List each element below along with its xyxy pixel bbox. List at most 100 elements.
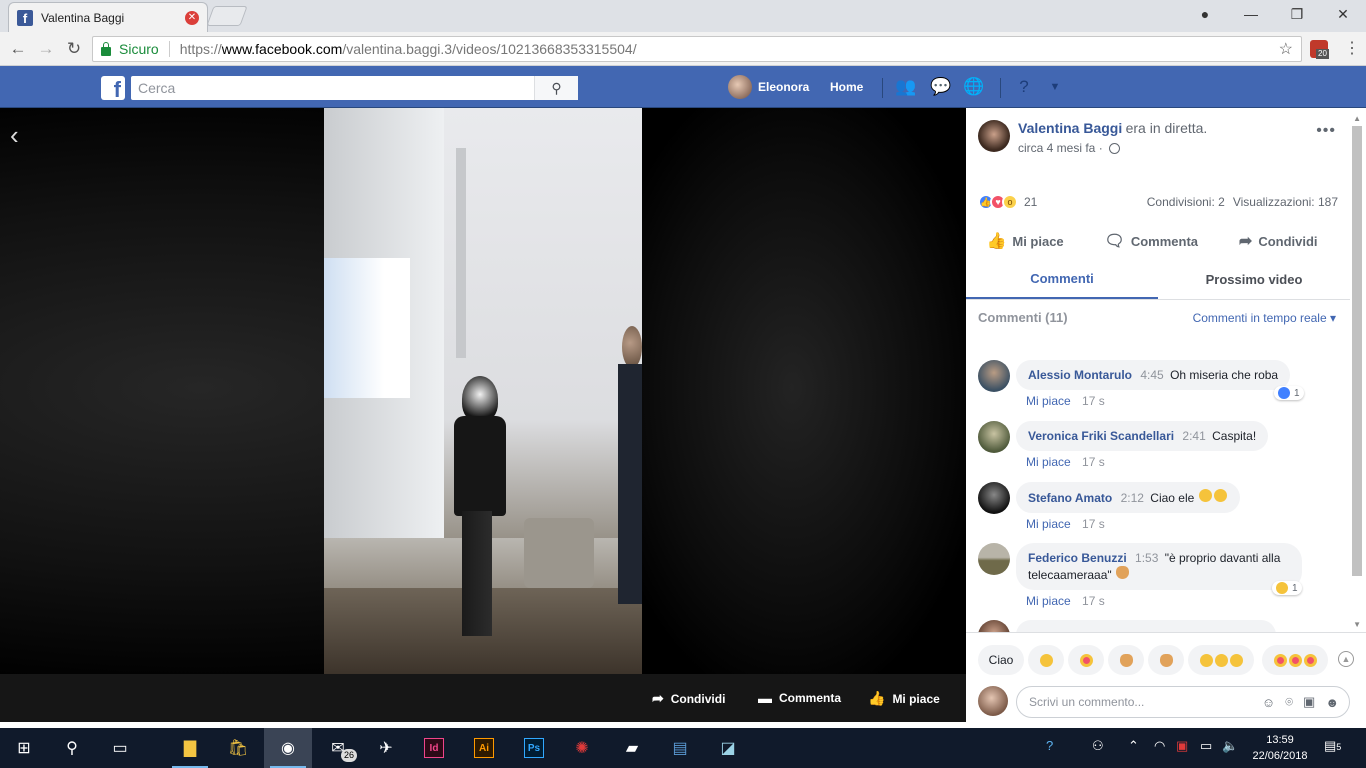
quick-reply-heart-eyes[interactable] — [1068, 645, 1104, 675]
sticky-notes-icon[interactable]: ▰ — [608, 728, 656, 768]
minimize-button[interactable]: — — [1228, 0, 1274, 28]
scroll-down-icon[interactable]: ▼ — [1353, 620, 1361, 629]
sidebar-scrollbar[interactable] — [1352, 126, 1362, 576]
video-like-button[interactable]: 👍 Mi piace — [868, 690, 940, 707]
facebook-logo-icon[interactable]: f — [101, 76, 125, 101]
post-time[interactable]: circa 4 mesi fa · — [1018, 141, 1103, 155]
tab-comments[interactable]: Commenti — [966, 260, 1158, 299]
comment-author[interactable]: Stefano Amato — [1028, 491, 1112, 505]
comment-author[interactable]: Alessio Montarulo — [1028, 368, 1132, 382]
scroll-up-icon[interactable]: ▲ — [1353, 114, 1361, 123]
video-comment-button[interactable]: ▬ Commenta — [758, 690, 841, 706]
quick-reply-laugh-3[interactable] — [1188, 645, 1254, 675]
task-view-icon[interactable]: ▭ — [96, 728, 144, 768]
browser-menu-icon[interactable]: ⋮ — [1344, 38, 1360, 58]
search-input[interactable] — [138, 80, 534, 96]
comment-timestamp[interactable]: 2:41 — [1182, 429, 1205, 443]
file-explorer-icon[interactable]: ▇ — [166, 728, 214, 768]
indesign-icon[interactable]: Id — [410, 728, 458, 768]
wow-reaction-icon[interactable]: o — [1002, 194, 1018, 210]
comment-like-button[interactable]: Mi piace — [1026, 517, 1071, 531]
comment-reaction-badge[interactable]: 1 — [1274, 386, 1304, 400]
comment-timestamp[interactable]: 1:53 — [1135, 551, 1158, 565]
help-icon[interactable]: ? — [1014, 77, 1034, 97]
app-red-icon[interactable]: ✺ — [558, 728, 606, 768]
home-link[interactable]: Home — [830, 80, 863, 94]
emoji-icon[interactable]: ☺ — [1262, 695, 1275, 710]
reload-button[interactable]: ↻ — [62, 37, 86, 61]
sticker-icon[interactable]: ☻ — [1325, 695, 1339, 710]
notepad-icon[interactable]: ◪ — [704, 728, 752, 768]
like-button[interactable]: 👍 Mi piace — [986, 231, 1063, 251]
wifi-icon[interactable]: ◠ — [1154, 738, 1165, 754]
back-chevron-icon[interactable]: ‹ — [10, 120, 19, 151]
tray-chevron-up-icon[interactable]: ⌃ — [1128, 738, 1139, 754]
profile-link[interactable]: Eleonora — [728, 75, 809, 99]
video-share-button[interactable]: ➦ Condividi — [652, 690, 725, 707]
action-center-icon[interactable]: ▤5 — [1324, 738, 1341, 754]
comment-order-dropdown[interactable]: Commenti in tempo reale ▾ — [1193, 311, 1336, 325]
reactions-count[interactable]: 21 — [1024, 195, 1037, 209]
tab-close-icon[interactable]: ✕ — [185, 10, 199, 25]
comment-button[interactable]: 🗨 Commenta — [1105, 231, 1199, 251]
author-avatar[interactable] — [978, 120, 1010, 152]
search-icon[interactable]: ⚲ — [534, 76, 578, 100]
clock[interactable]: 13:59 22/06/2018 — [1250, 732, 1310, 764]
collapse-chevron-up-icon[interactable]: ▲ — [1338, 651, 1354, 667]
forward-button[interactable]: → — [34, 37, 58, 61]
chrome-icon[interactable]: ◉ — [264, 728, 312, 768]
quick-reply-thumbs[interactable] — [1148, 645, 1184, 675]
quick-reply-clap[interactable] — [1108, 645, 1144, 675]
profile-icon[interactable]: ● — [1182, 0, 1228, 28]
restore-button[interactable]: ❐ — [1274, 0, 1320, 28]
store-icon[interactable]: 🛍 — [214, 728, 262, 768]
share-button[interactable]: ➦ Condividi — [1239, 231, 1318, 251]
video-frame[interactable] — [324, 108, 642, 674]
word-document-icon[interactable]: ▤ — [656, 728, 704, 768]
comment-timestamp[interactable]: 2:12 — [1121, 491, 1144, 505]
friend-requests-icon[interactable]: 👥 — [895, 77, 916, 97]
avatar[interactable] — [978, 360, 1010, 392]
photoshop-icon[interactable]: Ps — [510, 728, 558, 768]
comment-author[interactable]: Federico Benuzzi — [1028, 551, 1127, 565]
avatar[interactable] — [978, 421, 1010, 453]
camera-icon[interactable]: ⌾ — [1285, 694, 1293, 710]
comment-timestamp[interactable]: 4:45 — [1140, 368, 1163, 382]
mail-icon[interactable]: ✉ 26 — [314, 728, 362, 768]
author-name[interactable]: Valentina Baggi — [1018, 120, 1122, 136]
help-tray-icon[interactable]: ? — [1046, 738, 1053, 753]
avatar[interactable] — [978, 543, 1010, 575]
bookmark-star-icon[interactable]: ☆ — [1279, 39, 1293, 59]
app-icon[interactable]: ✈ — [362, 728, 410, 768]
comment-reaction-badge[interactable]: 1 — [1272, 581, 1302, 595]
tab-next-video[interactable]: Prossimo video — [1158, 260, 1350, 299]
back-button[interactable]: ← — [6, 37, 30, 61]
comment-like-button[interactable]: Mi piace — [1026, 455, 1071, 469]
notifications-globe-icon[interactable]: 🌐 — [963, 77, 984, 97]
gif-icon[interactable]: ▣ — [1303, 694, 1315, 710]
more-options-icon[interactable]: ••• — [1316, 122, 1336, 140]
people-icon[interactable]: ⚇ — [1092, 738, 1104, 754]
quick-reply-ciao[interactable]: Ciao — [978, 645, 1024, 675]
window-close-button[interactable]: ✕ — [1320, 0, 1366, 28]
avatar[interactable] — [978, 482, 1010, 514]
comment-like-button[interactable]: Mi piace — [1026, 594, 1071, 608]
comment-author[interactable]: Veronica Friki Scandellari — [1028, 429, 1174, 443]
comment-like-button[interactable]: Mi piace — [1026, 394, 1071, 408]
extension-icon[interactable]: 20 — [1310, 40, 1329, 59]
acrobat-icon[interactable]: ▣ — [1176, 738, 1188, 754]
shares-count[interactable]: Condivisioni: 2 — [1147, 195, 1225, 209]
new-tab-button[interactable] — [206, 6, 248, 26]
account-menu-chevron-down-icon[interactable]: ▼ — [1045, 77, 1065, 97]
avatar[interactable] — [978, 620, 1010, 632]
messenger-icon[interactable]: 💬 — [930, 77, 951, 97]
start-windows-icon[interactable]: ⊞ — [0, 728, 48, 768]
quick-reply-laugh[interactable] — [1028, 645, 1064, 675]
quick-reply-heart-eyes-3[interactable] — [1262, 645, 1328, 675]
omnibox[interactable]: Sicuro https:// www.facebook.com /valent… — [92, 36, 1302, 62]
volume-icon[interactable]: 🔈 — [1222, 738, 1238, 754]
search-icon[interactable]: ⚲ — [48, 728, 96, 768]
video-player[interactable]: ‹ ➦ Condividi ▬ Commenta 👍 Mi piace — [0, 108, 966, 722]
battery-icon[interactable]: ▭ — [1200, 738, 1212, 754]
illustrator-icon[interactable]: Ai — [460, 728, 508, 768]
